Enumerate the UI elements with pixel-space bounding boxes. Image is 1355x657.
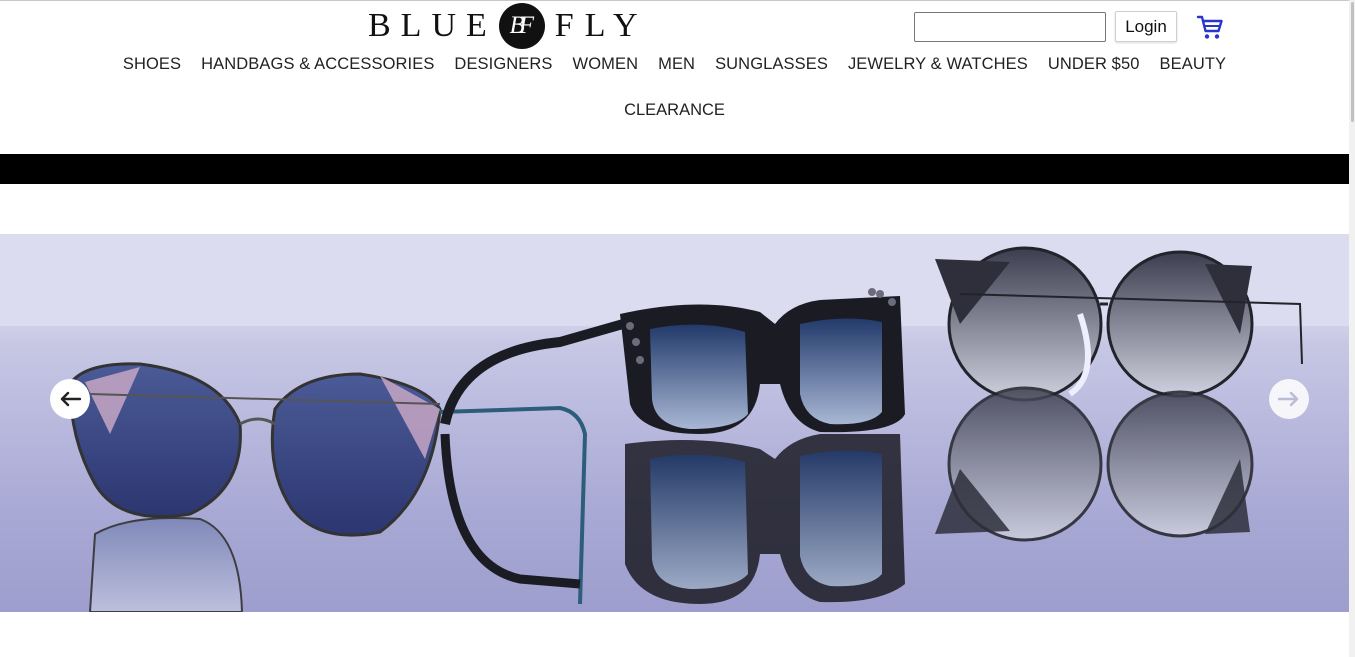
promo-bar (0, 154, 1349, 184)
login-button[interactable]: Login (1115, 11, 1177, 42)
arrow-left-icon (60, 391, 81, 407)
scrollbar-thumb[interactable] (1351, 2, 1354, 122)
nav-item-beauty[interactable]: BEAUTY (1160, 52, 1227, 76)
sunglasses-banner-image (0, 234, 1349, 612)
carousel-prev-button[interactable] (50, 379, 90, 419)
logo-monogram: BF (498, 3, 545, 49)
sunglasses-square (440, 288, 905, 604)
nav-item-men[interactable]: MEN (658, 52, 695, 76)
nav-item-under-50[interactable]: UNDER $50 (1048, 52, 1140, 76)
nav-item-shoes[interactable]: SHOES (123, 52, 181, 76)
sunglasses-triangle (935, 246, 1303, 542)
bluefly-logo[interactable]: BLUE BF FLY (368, 3, 649, 49)
logo-word-left: BLUE (368, 7, 497, 44)
secondary-nav: CLEARANCE (0, 98, 1349, 122)
nav-item-sunglasses[interactable]: SUNGLASSES (715, 52, 828, 76)
shopping-cart-icon[interactable] (1196, 13, 1224, 41)
nav-item-jewelry-watches[interactable]: JEWELRY & WATCHES (848, 52, 1028, 76)
search-input[interactable] (914, 12, 1106, 42)
arrow-right-icon (1278, 391, 1299, 407)
nav-item-handbags-accessories[interactable]: HANDBAGS & ACCESSORIES (201, 52, 434, 76)
nav-item-designers[interactable]: DESIGNERS (454, 52, 552, 76)
main-nav: SHOES HANDBAGS & ACCESSORIES DESIGNERS W… (0, 52, 1349, 76)
nav-item-women[interactable]: WOMEN (573, 52, 639, 76)
top-border (0, 0, 1355, 1)
logo-word-right: FLY (554, 7, 649, 44)
hero-banner[interactable] (0, 234, 1349, 612)
carousel-next-button[interactable] (1269, 379, 1309, 419)
nav-item-clearance[interactable]: CLEARANCE (624, 98, 725, 122)
